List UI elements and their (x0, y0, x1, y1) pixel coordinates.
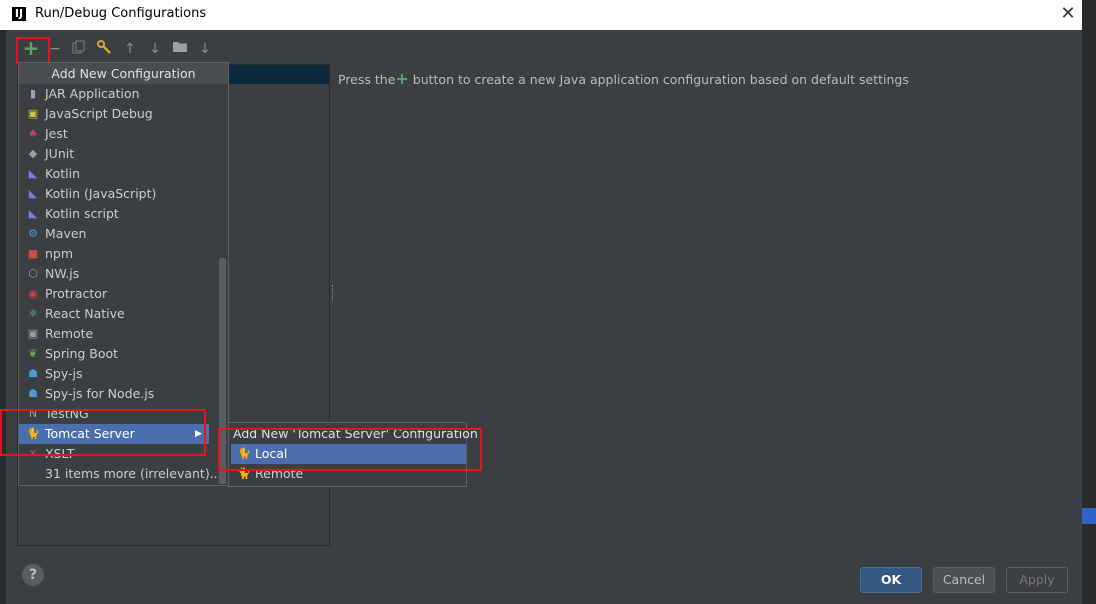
window-title: Run/Debug Configurations (35, 6, 207, 21)
menu-item[interactable]: ◉ Protractor (19, 284, 199, 304)
protractor-icon: ◉ (28, 287, 38, 300)
menu-item[interactable]: ■ npm (19, 244, 199, 264)
menu-item[interactable]: ▣ JavaScript Debug (19, 104, 199, 124)
close-window-button[interactable]: ✕ (1058, 3, 1078, 25)
menu-item-label: Spy-js for Node.js (45, 386, 155, 401)
hint-prefix: Press the (338, 72, 396, 87)
menu-item-label: JUnit (45, 146, 75, 161)
plus-icon: + (395, 69, 409, 88)
menu-item-label: Kotlin (45, 166, 80, 181)
remove-configuration-button[interactable]: − (46, 40, 64, 58)
spyjs-icon: ☗ (28, 367, 38, 380)
menu-item[interactable]: ☗ Spy-js (19, 364, 199, 384)
intellij-app-icon: IJ (12, 7, 26, 21)
menu-item-label: JavaScript Debug (45, 106, 153, 121)
menu-item-label: Protractor (45, 286, 108, 301)
tomcat-red-highlight (0, 409, 206, 456)
menu-item-label: Kotlin script (45, 206, 119, 221)
spyjs-node-icon: ☗ (28, 387, 38, 400)
menu-item[interactable]: ⚛ React Native (19, 304, 199, 324)
menu-item-label: Spring Boot (45, 346, 119, 361)
menu-item[interactable]: ⚙ Maven (19, 224, 199, 244)
kotlin-script-icon: ◣ (28, 207, 38, 220)
spring-boot-icon: ❦ (28, 347, 38, 360)
folder-button[interactable] (171, 40, 189, 58)
add-button-red-highlight (16, 37, 50, 65)
jest-icon: ♠ (28, 127, 38, 140)
menu-item-label: Jest (45, 126, 68, 141)
menu-item[interactable]: ☗ Spy-js for Node.js (19, 384, 199, 404)
help-button[interactable]: ? (22, 564, 44, 586)
menu-item-label: NW.js (45, 266, 80, 281)
local-red-highlight (218, 428, 482, 471)
menu-item[interactable]: ◣ Kotlin (19, 164, 199, 184)
menu-item[interactable]: ♠ Jest (19, 124, 199, 144)
edit-defaults-button[interactable] (96, 40, 114, 58)
cancel-button[interactable]: Cancel (933, 567, 995, 593)
title-bar: IJ Run/Debug Configurations ✕ (0, 0, 1082, 30)
nwjs-icon: ⬡ (28, 267, 38, 280)
background-highlight (1082, 508, 1096, 524)
move-down-button[interactable]: ↓ (146, 40, 164, 58)
splitter-handle[interactable] (332, 285, 336, 301)
background-window-left-strip (0, 30, 6, 604)
menu-item[interactable]: ◣ Kotlin (JavaScript) (19, 184, 199, 204)
menu-item-label: React Native (45, 306, 125, 321)
menu-item[interactable]: ◆ JUnit (19, 144, 199, 164)
background-window-strip (1082, 0, 1096, 604)
popup-header: Add New Configuration (19, 63, 228, 84)
maven-icon: ⚙ (28, 227, 38, 240)
wrench-icon (97, 40, 111, 54)
menu-item-label: 31 items more (irrelevant)... (45, 466, 222, 481)
hint-suffix: button to create a new Java application … (408, 72, 909, 87)
menu-item-label: Remote (45, 326, 94, 341)
menu-item[interactable]: ◣ Kotlin script (19, 204, 199, 224)
react-icon: ⚛ (28, 307, 38, 320)
apply-button[interactable]: Apply (1006, 567, 1068, 593)
copy-icon (72, 40, 85, 54)
menu-item[interactable]: ▮ JAR Application (19, 84, 199, 104)
ok-button[interactable]: OK (860, 567, 922, 593)
menu-item-label: Kotlin (JavaScript) (45, 186, 157, 201)
copy-configuration-button[interactable] (70, 40, 88, 58)
menu-item[interactable]: ⬡ NW.js (19, 264, 199, 284)
folder-icon (173, 42, 187, 52)
remote-icon: ▣ (27, 327, 39, 340)
kotlin-js-icon: ◣ (28, 187, 38, 200)
menu-item-label: npm (45, 246, 74, 261)
junit-icon: ◆ (28, 147, 38, 160)
sort-icon: ↓ (199, 41, 211, 57)
menu-item-label: JAR Application (45, 86, 140, 101)
menu-item-label: Maven (45, 226, 87, 241)
menu-item[interactable]: 31 items more (irrelevant)... (19, 464, 222, 484)
move-up-button[interactable]: ↑ (121, 40, 139, 58)
jar-icon: ▮ (29, 87, 37, 100)
menu-item[interactable]: ❦ Spring Boot (19, 344, 199, 364)
no-icon (26, 467, 40, 481)
sort-button[interactable]: ↓ (196, 40, 214, 58)
tree-selected-row[interactable] (228, 65, 329, 84)
kotlin-icon: ◣ (28, 167, 38, 180)
npm-icon: ■ (27, 247, 39, 260)
menu-item-label: Spy-js (45, 366, 83, 381)
empty-configuration-hint: Press the+ button to create a new Java a… (338, 69, 909, 88)
js-debug-icon: ▣ (27, 107, 39, 120)
menu-item[interactable]: ▣ Remote (19, 324, 199, 344)
